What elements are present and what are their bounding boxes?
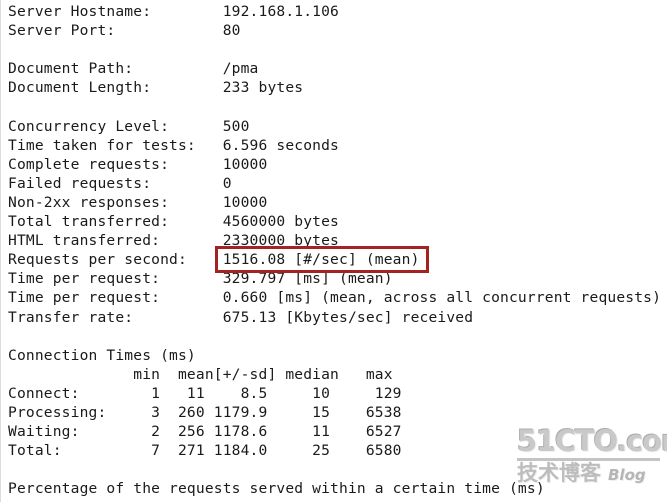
requests-per-second-highlight-box [215, 246, 429, 273]
terminal-output-pane: Server Hostname: 192.168.1.106 Server Po… [0, 0, 667, 502]
